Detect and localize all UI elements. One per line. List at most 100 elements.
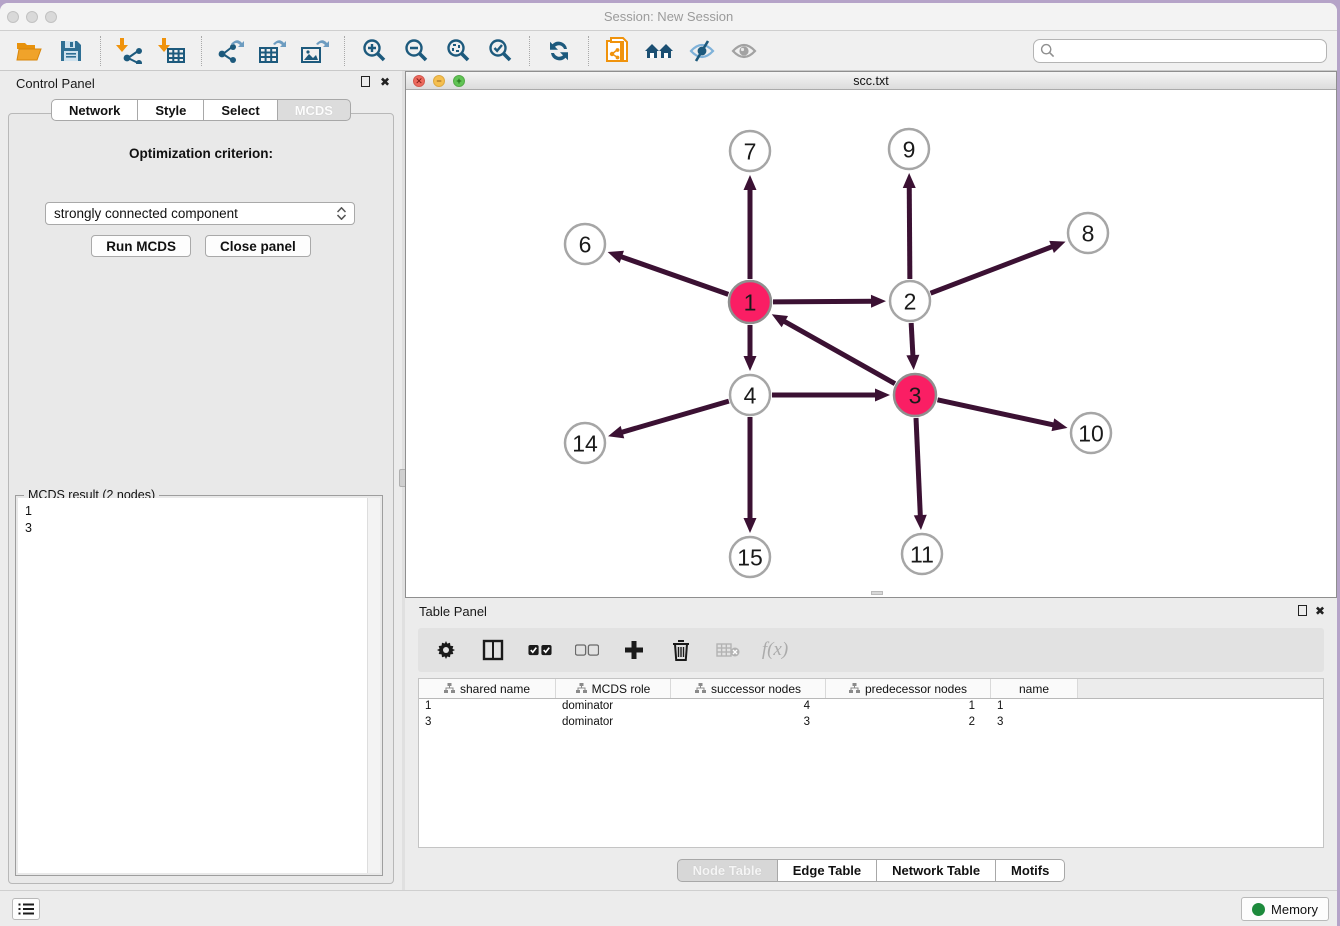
zoom-in-button[interactable] bbox=[357, 34, 391, 68]
graph-edge-2-3[interactable] bbox=[911, 323, 913, 358]
show-all-button[interactable] bbox=[727, 34, 761, 68]
deselect-all-rows-button[interactable] bbox=[575, 638, 599, 662]
mcds-result-text[interactable]: 1 3 bbox=[18, 498, 380, 873]
cell-name[interactable]: 3 bbox=[991, 715, 1078, 731]
graph-node-3[interactable]: 3 bbox=[894, 374, 936, 416]
close-panel-button[interactable]: Close panel bbox=[205, 235, 311, 257]
tab-network-table[interactable]: Network Table bbox=[877, 859, 996, 882]
mcds-result-scrollbar[interactable] bbox=[367, 498, 380, 873]
graph-edge-2-8[interactable] bbox=[931, 246, 1055, 293]
save-session-button[interactable] bbox=[54, 34, 88, 68]
graph-node-4[interactable]: 4 bbox=[730, 375, 770, 415]
node-table: shared name MCDS role successor nodes pr… bbox=[418, 678, 1324, 848]
graph-edge-arrowhead bbox=[906, 355, 919, 370]
zoom-selected-button[interactable] bbox=[483, 34, 517, 68]
graph-node-15[interactable]: 15 bbox=[730, 537, 770, 577]
graph-edge-arrowhead bbox=[608, 426, 624, 438]
optimization-criterion-select[interactable]: strongly connected component bbox=[45, 202, 355, 225]
graph-node-11[interactable]: 11 bbox=[902, 534, 942, 574]
zoom-fit-button[interactable] bbox=[441, 34, 475, 68]
close-panel-icon[interactable]: ✖ bbox=[380, 76, 390, 89]
column-header-shared-name[interactable]: shared name bbox=[419, 679, 556, 698]
table-header-row: shared name MCDS role successor nodes pr… bbox=[419, 679, 1323, 699]
hide-selected-button[interactable] bbox=[685, 34, 719, 68]
import-network-button[interactable] bbox=[113, 34, 147, 68]
cell-mcds-role[interactable]: dominator bbox=[556, 715, 671, 731]
memory-button[interactable]: Memory bbox=[1241, 897, 1329, 921]
cell-name[interactable]: 1 bbox=[991, 699, 1078, 715]
svg-text:11: 11 bbox=[910, 541, 934, 567]
graph-edge-3-11[interactable] bbox=[916, 418, 920, 518]
column-header-name[interactable]: name bbox=[991, 679, 1078, 698]
float-panel-icon[interactable] bbox=[361, 76, 370, 90]
first-neighbors-button[interactable] bbox=[643, 34, 677, 68]
toolbar-separator bbox=[201, 36, 202, 66]
delete-table-button[interactable] bbox=[716, 638, 740, 662]
close-table-panel-icon[interactable]: ✖ bbox=[1315, 605, 1325, 618]
select-all-rows-button[interactable] bbox=[528, 638, 552, 662]
export-table-button[interactable] bbox=[256, 34, 290, 68]
graph-node-1[interactable]: 1 bbox=[729, 281, 771, 323]
search-box[interactable] bbox=[1033, 39, 1327, 63]
tab-network[interactable]: Network bbox=[51, 99, 138, 121]
control-panel-tabs: Network Style Select MCDS bbox=[0, 99, 402, 121]
graph-edge-3-10[interactable] bbox=[937, 400, 1055, 426]
graph-node-2[interactable]: 2 bbox=[890, 281, 930, 321]
graph-edge-1-6[interactable] bbox=[619, 256, 728, 294]
table-settings-button[interactable] bbox=[434, 638, 458, 662]
run-mcds-button[interactable]: Run MCDS bbox=[91, 235, 191, 257]
column-header-predecessor-nodes[interactable]: predecessor nodes bbox=[826, 679, 991, 698]
cell-successor-nodes[interactable]: 3 bbox=[671, 715, 826, 731]
graph-node-7[interactable]: 7 bbox=[730, 131, 770, 171]
export-image-button[interactable] bbox=[298, 34, 332, 68]
float-table-panel-icon[interactable] bbox=[1298, 605, 1307, 619]
cell-successor-nodes[interactable]: 4 bbox=[671, 699, 826, 715]
cell-shared-name[interactable]: 3 bbox=[419, 715, 556, 731]
column-header-mcds-role[interactable]: MCDS role bbox=[556, 679, 671, 698]
cell-predecessor-nodes[interactable]: 1 bbox=[826, 699, 991, 715]
import-table-button[interactable] bbox=[155, 34, 189, 68]
network-resize-grip[interactable] bbox=[871, 591, 883, 595]
graph-node-9[interactable]: 9 bbox=[889, 129, 929, 169]
graph-node-14[interactable]: 14 bbox=[565, 423, 605, 463]
tab-style[interactable]: Style bbox=[138, 99, 204, 121]
show-column-panel-button[interactable] bbox=[481, 638, 505, 662]
open-session-button[interactable] bbox=[12, 34, 46, 68]
graph-edge-3-1[interactable] bbox=[782, 320, 895, 384]
graph-node-10[interactable]: 10 bbox=[1071, 413, 1111, 453]
delete-table-icon bbox=[716, 642, 740, 658]
cell-mcds-role[interactable]: dominator bbox=[556, 699, 671, 715]
function-builder-button[interactable]: f(x) bbox=[763, 638, 787, 662]
cell-predecessor-nodes[interactable]: 2 bbox=[826, 715, 991, 731]
graph-node-6[interactable]: 6 bbox=[565, 224, 605, 264]
network-window-titlebar[interactable]: ✕ − + scc.txt bbox=[406, 72, 1336, 90]
table-row[interactable]: 3 dominator 3 2 3 bbox=[419, 715, 1323, 731]
search-input[interactable] bbox=[1055, 41, 1326, 61]
task-history-button[interactable] bbox=[12, 898, 40, 920]
tab-select[interactable]: Select bbox=[204, 99, 277, 121]
apply-layout-button[interactable] bbox=[542, 34, 576, 68]
table-row[interactable]: 1 dominator 4 1 1 bbox=[419, 699, 1323, 715]
columns-icon bbox=[482, 639, 504, 661]
tab-mcds[interactable]: MCDS bbox=[278, 99, 351, 121]
column-type-icon bbox=[695, 683, 706, 694]
tab-motifs[interactable]: Motifs bbox=[996, 859, 1065, 882]
tab-edge-table[interactable]: Edge Table bbox=[778, 859, 877, 882]
network-canvas[interactable]: 1 2 3 4 6 7 8 9 10 11 14 15 bbox=[406, 91, 1336, 597]
header-filler bbox=[1078, 679, 1323, 698]
delete-column-button[interactable] bbox=[669, 638, 693, 662]
export-network-button[interactable] bbox=[214, 34, 248, 68]
graph-node-8[interactable]: 8 bbox=[1068, 213, 1108, 253]
control-panel-title: Control Panel bbox=[16, 76, 95, 91]
network-graph[interactable]: 1 2 3 4 6 7 8 9 10 11 14 15 bbox=[406, 91, 1337, 597]
tab-node-table[interactable]: Node Table bbox=[677, 859, 778, 882]
cell-shared-name[interactable]: 1 bbox=[419, 699, 556, 715]
graph-edge-4-14[interactable] bbox=[620, 401, 729, 433]
column-header-successor-nodes[interactable]: successor nodes bbox=[671, 679, 826, 698]
graph-edge-1-2[interactable] bbox=[773, 301, 874, 302]
column-type-icon bbox=[444, 683, 455, 694]
create-column-button[interactable] bbox=[622, 638, 646, 662]
zoom-out-button[interactable] bbox=[399, 34, 433, 68]
clone-network-button[interactable] bbox=[601, 34, 635, 68]
graph-edge-2-9[interactable] bbox=[909, 185, 910, 279]
